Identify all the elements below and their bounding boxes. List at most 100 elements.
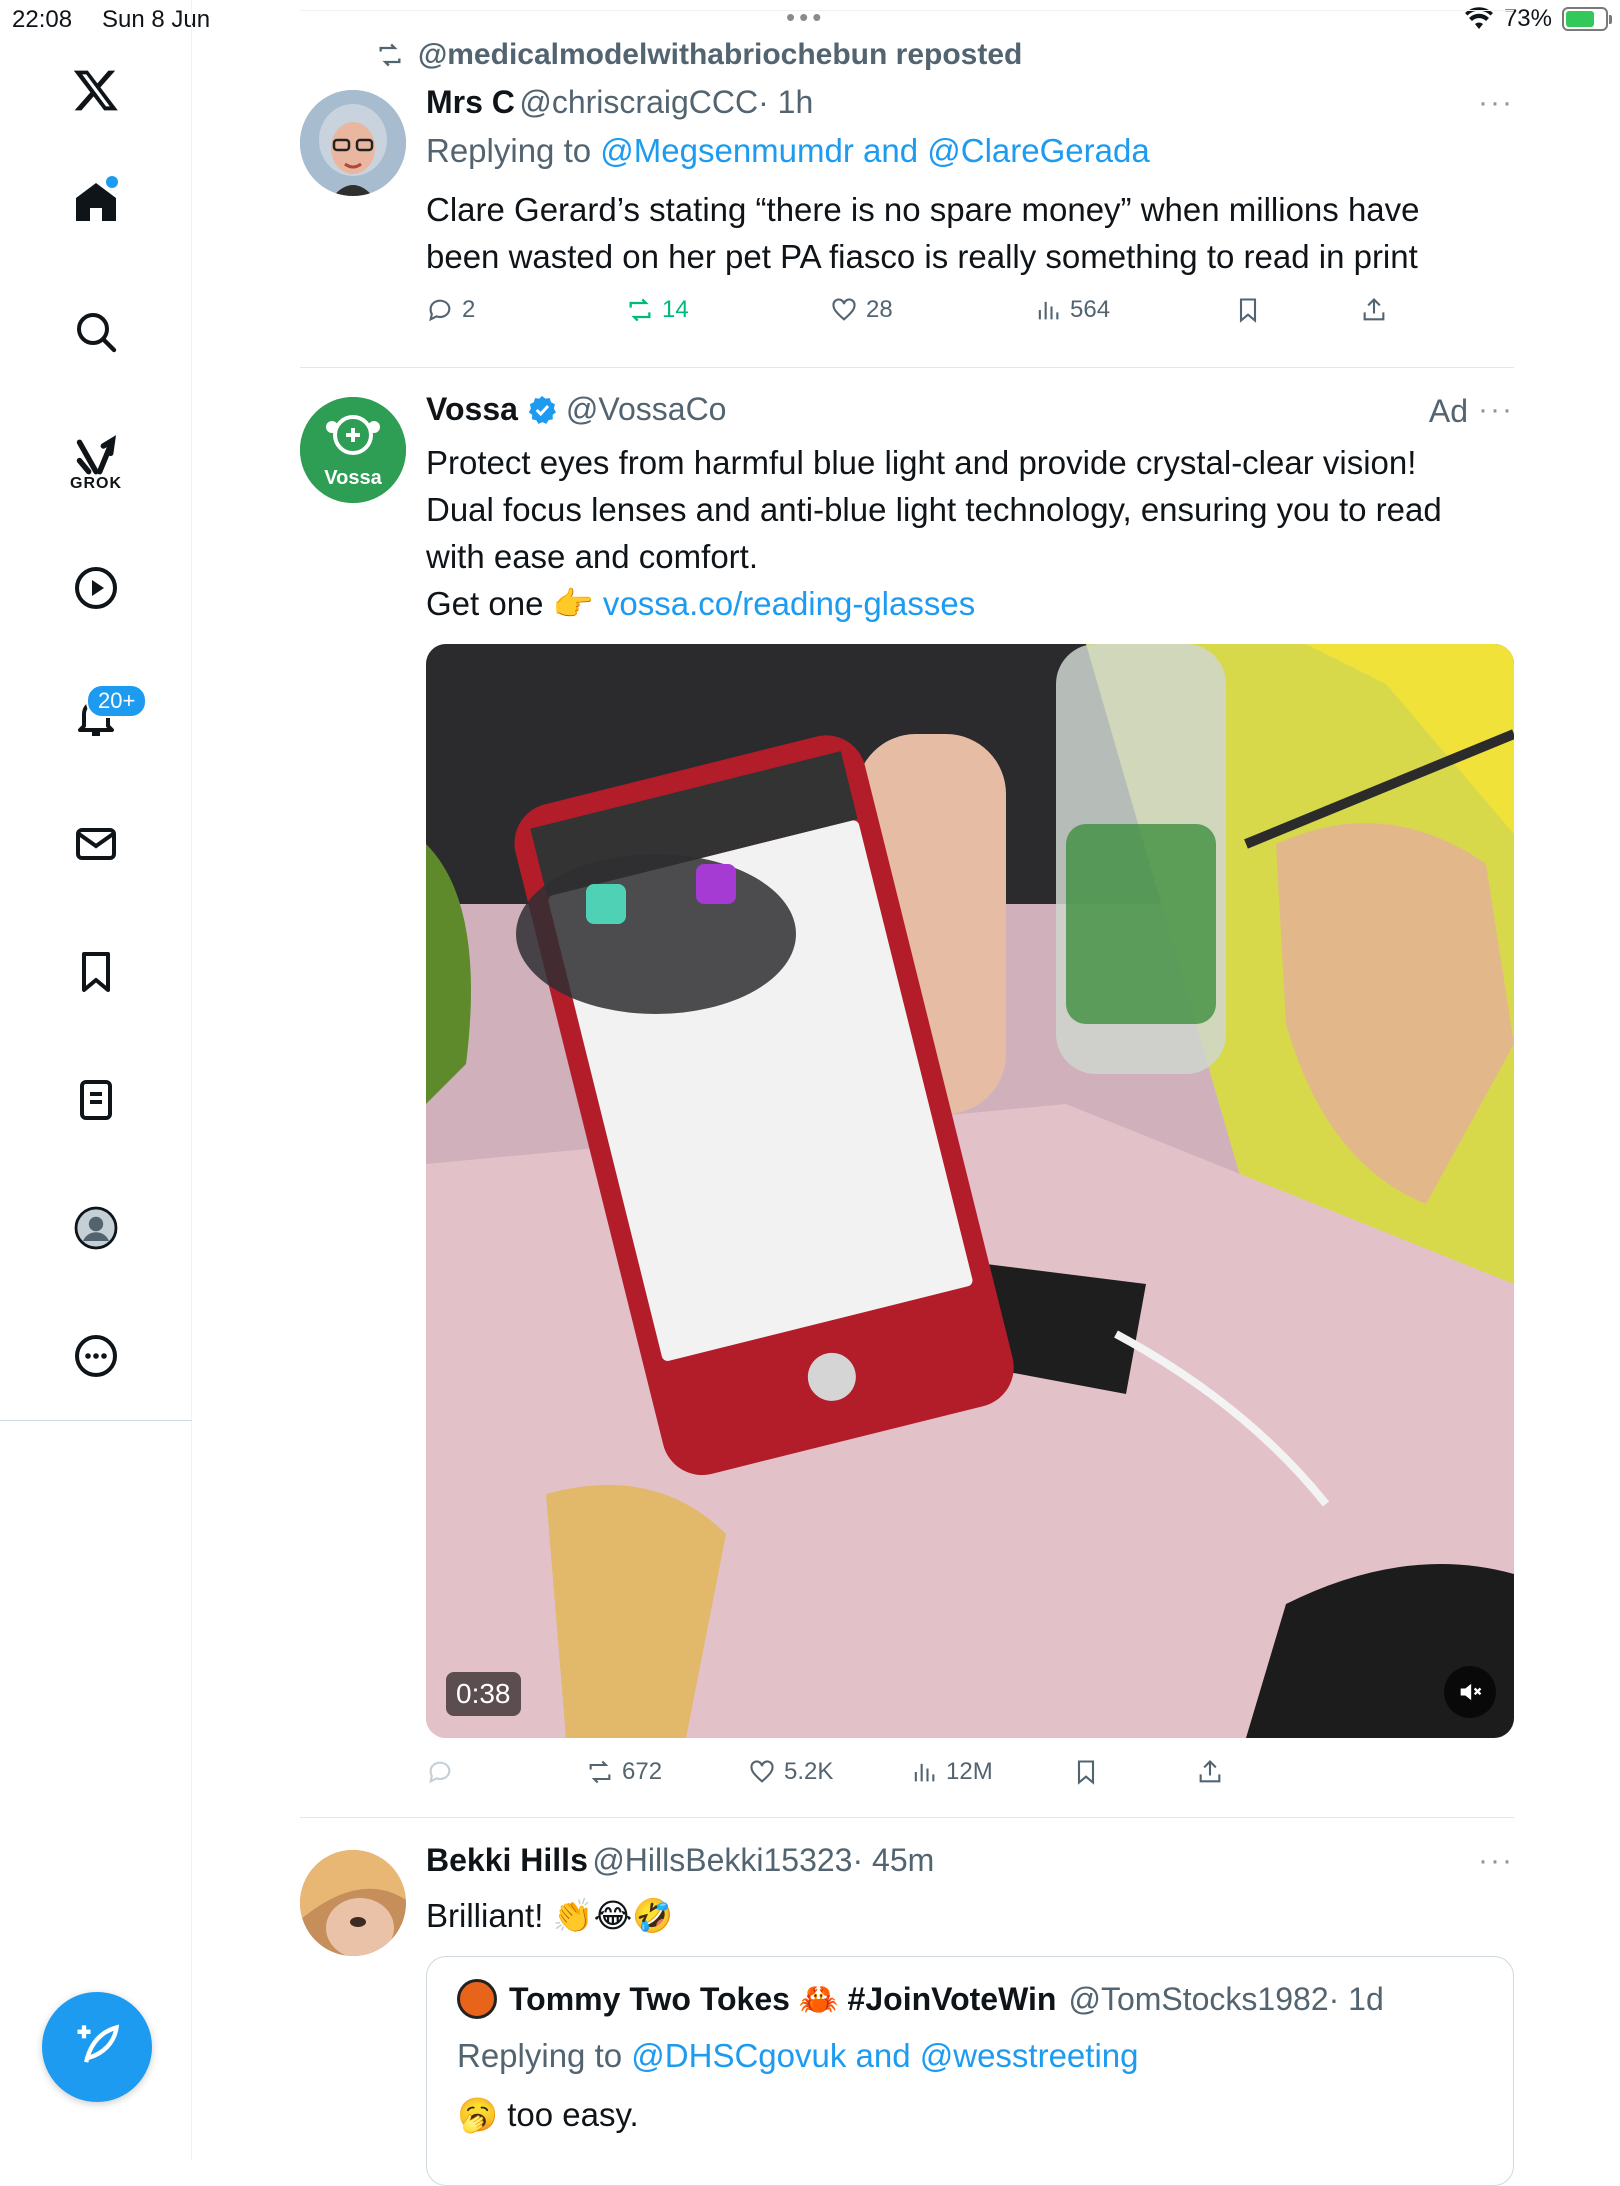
- tweet-cta: Get one 👉 vossa.co/reading-glasses: [426, 580, 975, 627]
- grok-icon: [76, 435, 117, 475]
- video-player[interactable]: 0:38: [426, 644, 1514, 1738]
- verified-badge-icon: [528, 395, 556, 424]
- speaker-muted-icon: [1460, 1683, 1482, 1701]
- avatar[interactable]: [457, 1979, 497, 2019]
- share-icon: [1199, 1760, 1221, 1783]
- sidebar-item-more[interactable]: [66, 1326, 126, 1386]
- tweet-actions: 2 14 28 564: [426, 296, 1514, 336]
- repost-icon: [629, 298, 651, 322]
- video-frame: [426, 644, 1514, 1738]
- x-logo-icon[interactable]: [66, 60, 126, 120]
- sidebar-item-lists[interactable]: [66, 1070, 126, 1130]
- avatar[interactable]: [300, 90, 406, 196]
- tweet-divider: [300, 1817, 1514, 1818]
- battery-fill: [1566, 11, 1594, 27]
- author-name[interactable]: Bekki Hills: [426, 1842, 588, 1878]
- tweet-more-button[interactable]: ···: [1478, 1844, 1514, 1878]
- quote-author-handle[interactable]: @TomStocks1982: [1068, 1981, 1328, 2018]
- tweet-text: Clare Gerard’s stating “there is no spar…: [426, 191, 1420, 275]
- video-duration: 0:38: [446, 1672, 521, 1716]
- tweet-text: Brilliant! 👏😂🤣: [426, 1897, 674, 1934]
- views-icon: [1038, 301, 1059, 320]
- sidebar-item-grok[interactable]: GROK: [66, 424, 126, 504]
- repost-button[interactable]: 14: [626, 296, 689, 324]
- search-icon: [77, 313, 117, 353]
- repost-line[interactable]: @medicalmodelwithabriochebun reposted: [418, 38, 1022, 72]
- compose-button[interactable]: [42, 1992, 152, 2102]
- sidebar-item-home[interactable]: [66, 172, 126, 232]
- quote-tweet[interactable]: Tommy Two Tokes 🦀 #JoinVoteWin @TomStock…: [426, 1956, 1514, 2186]
- replying-to-label: Replying to: [457, 2037, 623, 2074]
- video-icon: [75, 567, 117, 609]
- views-button[interactable]: 12M: [910, 1758, 993, 1786]
- author-name[interactable]: Mrs C: [426, 84, 515, 120]
- multitasking-dots[interactable]: •••: [786, 2, 825, 33]
- compose-icon: [77, 2024, 120, 2063]
- notification-badge: 20+: [86, 684, 148, 718]
- views-count: 564: [1070, 296, 1111, 323]
- sidebar-divider: [0, 1420, 192, 1421]
- share-button[interactable]: [1196, 1758, 1224, 1786]
- tweet-time[interactable]: · 1h: [758, 84, 813, 120]
- author-handle[interactable]: @chriscraigCCC: [519, 84, 758, 120]
- ad-link[interactable]: vossa.co/reading-glasses: [603, 585, 975, 622]
- tweet-more-button[interactable]: ···: [1478, 86, 1514, 120]
- like-count: 28: [866, 296, 893, 323]
- avatar[interactable]: Vossa: [300, 397, 406, 503]
- heart-icon: [750, 1760, 774, 1783]
- reply-to-users[interactable]: @Megsenmumdr and @ClareGerada: [600, 132, 1149, 169]
- sidebar-item-messages[interactable]: [66, 814, 126, 874]
- repost-button[interactable]: 672: [586, 1758, 662, 1786]
- bookmark-button[interactable]: [1234, 296, 1262, 324]
- reply-button[interactable]: [426, 1758, 454, 1786]
- author-handle[interactable]: @HillsBekki15323: [592, 1842, 852, 1878]
- repost-count: 672: [622, 1758, 663, 1785]
- quote-author-name[interactable]: Tommy Two Tokes 🦀 #JoinVoteWin: [509, 1980, 1056, 2018]
- repost-icon: [589, 1760, 611, 1784]
- sidebar-item-search[interactable]: [66, 302, 126, 362]
- sidebar-nav: GROK 20+: [0, 0, 192, 2160]
- sidebar-item-video[interactable]: [66, 558, 126, 618]
- tweet-header: Vossa @VossaCo: [426, 391, 726, 428]
- bookmark-button[interactable]: [1072, 1758, 1100, 1786]
- mail-icon: [76, 828, 116, 860]
- views-button[interactable]: 564: [1034, 296, 1110, 324]
- replying-to-label: Replying to: [426, 132, 592, 169]
- mute-button[interactable]: [1444, 1666, 1496, 1718]
- bookmark-icon: [82, 952, 110, 992]
- heart-icon: [832, 298, 856, 321]
- quote-reply-context: Replying to @DHSCgovuk and @wesstreeting: [457, 2037, 1139, 2075]
- share-button[interactable]: [1360, 296, 1388, 324]
- reply-button[interactable]: 2: [426, 296, 475, 324]
- like-button[interactable]: 28: [830, 296, 893, 324]
- tweet-more-button[interactable]: ···: [1478, 393, 1514, 427]
- author-name[interactable]: Vossa: [426, 391, 518, 428]
- tweet-time[interactable]: · 45m: [852, 1842, 934, 1878]
- profile-icon: [74, 1206, 118, 1250]
- home-new-dot: [106, 176, 118, 188]
- avatar[interactable]: [300, 1850, 406, 1956]
- avatar-brand-text: Vossa: [324, 467, 382, 489]
- reply-icon: [429, 299, 451, 322]
- quote-time: · 1d: [1328, 1980, 1384, 2017]
- repost-indicator: @medicalmodelwithabriochebun reposted: [374, 38, 1022, 72]
- share-icon: [1363, 298, 1385, 321]
- feed-top-divider: [300, 10, 1514, 11]
- sidebar-item-profile[interactable]: [66, 1198, 126, 1258]
- reply-count: 2: [462, 296, 476, 323]
- quote-text: 🥱 too easy.: [457, 2096, 639, 2133]
- grok-label: GROK: [70, 475, 122, 492]
- more-icon: [75, 1335, 117, 1377]
- views-count: 12M: [946, 1758, 993, 1785]
- like-count: 5.2K: [784, 1758, 834, 1785]
- like-button[interactable]: 5.2K: [748, 1758, 833, 1786]
- tweet-header: Bekki Hills @HillsBekki15323· 45m: [426, 1842, 934, 1879]
- cta-text: Get one 👉: [426, 585, 594, 622]
- battery-icon: [1562, 7, 1612, 31]
- tweet-card[interactable]: @medicalmodelwithabriochebun reposted Mr…: [300, 38, 1514, 338]
- quote-header: Tommy Two Tokes 🦀 #JoinVoteWin @TomStock…: [457, 1979, 1384, 2019]
- sidebar-item-bookmarks[interactable]: [66, 942, 126, 1002]
- author-handle[interactable]: @VossaCo: [566, 391, 727, 428]
- ad-label: Ad: [1428, 393, 1468, 429]
- reply-to-users[interactable]: @DHSCgovuk and @wesstreeting: [631, 2037, 1138, 2074]
